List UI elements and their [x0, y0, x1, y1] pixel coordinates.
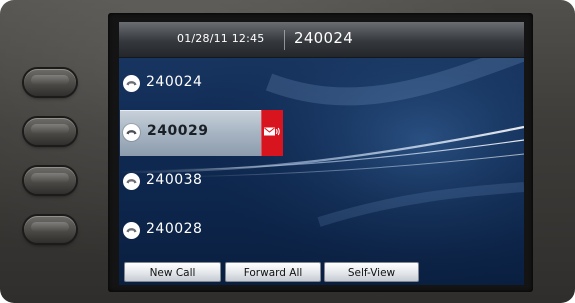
- primary-line-number: 240024: [294, 29, 354, 47]
- handset-icon: [123, 75, 140, 92]
- status-bar: 01/28/11 12:45 240024: [119, 22, 524, 58]
- new-call-softkey[interactable]: New Call: [124, 262, 221, 282]
- self-view-softkey[interactable]: Self-View: [324, 262, 419, 282]
- phone-screen: 01/28/11 12:45 240024 240024 240029 2400…: [119, 22, 524, 285]
- voicemail-icon: [264, 127, 280, 136]
- line-item-240024[interactable]: 240024: [119, 64, 279, 104]
- line-key-3[interactable]: [24, 167, 76, 194]
- handset-icon: [123, 222, 140, 239]
- line-number: 240024: [146, 74, 203, 90]
- handset-icon: [123, 173, 140, 190]
- line-number: 240028: [146, 221, 203, 237]
- header-divider: [284, 30, 285, 50]
- line-item-240038[interactable]: 240038: [119, 162, 279, 202]
- line-item-240029[interactable]: 240029: [120, 110, 280, 156]
- date-time: 01/28/11 12:45: [177, 32, 265, 45]
- voicemail-badge: [261, 110, 283, 156]
- forward-all-softkey[interactable]: Forward All: [225, 262, 321, 282]
- line-number: 240029: [147, 123, 209, 139]
- ip-phone-body: 01/28/11 12:45 240024 240024 240029 2400…: [0, 0, 575, 303]
- line-key-4[interactable]: [24, 216, 76, 243]
- handset-icon: [123, 124, 140, 141]
- line-item-240028[interactable]: 240028: [119, 211, 279, 251]
- line-key-2[interactable]: [24, 118, 76, 145]
- line-key-1[interactable]: [24, 69, 76, 96]
- line-number: 240038: [146, 172, 203, 188]
